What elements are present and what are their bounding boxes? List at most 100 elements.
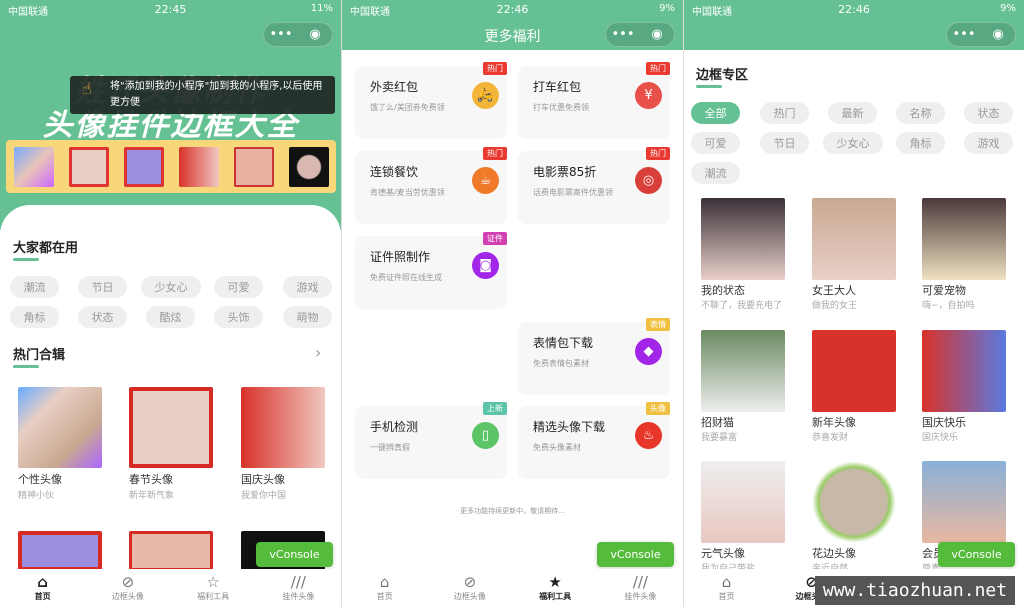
welfare-card[interactable]: 证件照制作 免费证件照在线生成 ◙ 证件 — [355, 232, 507, 309]
tab-home[interactable]: ⌂ 首页 — [0, 569, 85, 607]
tag[interactable]: 角标 — [10, 306, 59, 328]
home-icon: ⌂ — [37, 573, 48, 591]
more-icon[interactable]: ••• — [606, 27, 640, 42]
status-bar: 中国联通 22:46 9% — [342, 0, 683, 18]
home-icon: ⌂ — [379, 573, 390, 591]
vconsole-button[interactable]: vConsole — [597, 542, 674, 567]
film-reel-icon: ◎ — [635, 167, 662, 194]
star-icon: ★ — [548, 573, 562, 591]
welfare-card[interactable]: 表情包下载 免费表情包素材 ◆ 表情 — [518, 318, 670, 395]
tag[interactable]: 可爱 — [214, 276, 263, 298]
tag[interactable]: 酷炫 — [146, 306, 195, 328]
tab-pendants[interactable]: ///挂件头像 — [256, 569, 341, 607]
mini-program-capsule: ••• ◉ — [263, 22, 333, 47]
frame-image[interactable] — [701, 461, 785, 543]
banner-thumbnails — [6, 140, 336, 193]
filter-tag[interactable]: 最新 — [828, 102, 877, 124]
frame-image[interactable] — [812, 461, 896, 543]
flame-icon: ♨ — [635, 422, 662, 449]
card-title: 连锁餐饮 — [370, 165, 419, 179]
card-desc: 饿了么/美团券免费领 — [370, 103, 445, 112]
vconsole-button[interactable]: vConsole — [256, 542, 333, 567]
item-image[interactable] — [18, 387, 102, 468]
more-icon[interactable]: ••• — [947, 27, 981, 42]
time: 22:45 — [154, 3, 187, 16]
item-title: 个性头像 — [18, 473, 62, 486]
frame-title: 国庆快乐 — [922, 416, 966, 429]
frame-image[interactable] — [922, 198, 1006, 280]
compass-icon: ⊘ — [463, 573, 477, 591]
welfare-card[interactable]: 精选头像下载 免费头像素材 ♨ 头像 — [518, 402, 670, 479]
filter-tag[interactable]: 游戏 — [964, 132, 1013, 154]
more-icon[interactable]: ••• — [264, 27, 298, 42]
frame-image[interactable] — [812, 198, 896, 280]
card-badge: 表情 — [646, 318, 670, 331]
welfare-card[interactable]: 电影票85折 话费电影票寄件优惠领 ◎ 热门 — [518, 147, 670, 224]
welfare-card[interactable]: 手机检测 一键辨真假 ▯ 上新 — [355, 402, 507, 479]
filter-tag[interactable]: 名称 — [896, 102, 945, 124]
tab-pendants[interactable]: ///挂件头像 — [598, 569, 683, 607]
close-icon[interactable]: ◉ — [640, 27, 674, 42]
filter-tag[interactable]: 全部 — [691, 102, 740, 124]
frame-title: 新年头像 — [812, 416, 856, 429]
welfare-card[interactable]: 外卖红包 饿了么/美团券免费领 🛵 热门 — [355, 62, 507, 139]
section-underline — [13, 365, 39, 368]
tag[interactable]: 状态 — [78, 306, 127, 328]
tab-home[interactable]: ⌂ 首页 — [684, 569, 769, 607]
tab-frames[interactable]: ⊘ 边框头像 — [85, 569, 170, 607]
tag[interactable]: 潮流 — [10, 276, 59, 298]
tab-frames[interactable]: ⊘ 边框头像 — [427, 569, 512, 607]
frame-image[interactable] — [701, 330, 785, 412]
tab-welfare[interactable]: ☆福利工具 — [171, 569, 256, 607]
tag[interactable]: 少女心 — [141, 276, 201, 298]
card-title: 电影票85折 — [533, 165, 597, 179]
frame-title: 可爱宠物 — [922, 284, 966, 297]
item-subtitle: 新年新气象 — [129, 491, 175, 501]
filter-tag[interactable]: 节日 — [760, 132, 809, 154]
welfare-screen: 中国联通 22:46 9% 更多福利 ••• ◉ 外卖红包 饿了么/美团券免费领… — [342, 0, 683, 607]
card-badge: 证件 — [483, 232, 507, 245]
item-title: 国庆头像 — [241, 473, 285, 486]
close-icon[interactable]: ◉ — [298, 27, 332, 42]
status-bar: 中国联通 22:45 11% — [0, 0, 341, 18]
frame-image[interactable] — [701, 198, 785, 280]
chevron-right-icon[interactable]: › — [315, 343, 321, 362]
section-title: 边框专区 — [696, 68, 749, 83]
home-icon: ⌂ — [721, 573, 732, 591]
card-desc: 免费头像素材 — [533, 443, 581, 452]
battery: 9% — [659, 3, 675, 14]
filter-tag[interactable]: 潮流 — [691, 162, 740, 184]
card-desc: 肯德基/麦当劳优惠领 — [370, 188, 445, 197]
frame-image[interactable] — [922, 461, 1006, 543]
filter-tag[interactable]: 少女心 — [823, 132, 883, 154]
filter-tag[interactable]: 热门 — [760, 102, 809, 124]
item-image[interactable] — [18, 531, 102, 571]
item-image[interactable] — [241, 387, 325, 468]
close-icon[interactable]: ◉ — [981, 27, 1015, 42]
frame-image[interactable] — [812, 330, 896, 412]
item-image[interactable] — [129, 531, 213, 571]
tab-welfare[interactable]: ★ 福利工具 — [513, 569, 598, 607]
add-to-my-programs-tip[interactable]: ☝ 将"添加到我的小程序"加到我的小程序,以后使用更方便 — [70, 76, 335, 114]
welfare-card[interactable]: 连锁餐饮 肯德基/麦当劳优惠领 ☕ 热门 — [355, 147, 507, 224]
frame-image[interactable] — [922, 330, 1006, 412]
tag[interactable]: 节日 — [78, 276, 127, 298]
tag[interactable]: 游戏 — [283, 276, 332, 298]
tab-home[interactable]: ⌂ 首页 — [342, 569, 427, 607]
tag[interactable]: 萌物 — [283, 306, 332, 328]
yuan-ticket-icon: ¥ — [635, 82, 662, 109]
card-badge: 热门 — [646, 147, 670, 160]
frame-subtitle: 恭喜发财 — [812, 433, 849, 443]
thumb — [123, 146, 164, 187]
filter-tag[interactable]: 可爱 — [691, 132, 740, 154]
frame-subtitle: 国庆快乐 — [922, 433, 959, 443]
frame-title: 女王大人 — [812, 284, 856, 297]
home-screen: 中国联通 22:45 11% ••• ◉ 姓氏头像制作 头像挂件边框大全 ☝将"… — [0, 0, 341, 607]
frame-subtitle: 不聊了，我要充电了 — [701, 301, 783, 311]
filter-tag[interactable]: 角标 — [896, 132, 945, 154]
vconsole-button[interactable]: vConsole — [938, 542, 1015, 567]
welfare-card[interactable]: 打车红包 打车优惠免费领 ¥ 热门 — [518, 62, 670, 139]
filter-tag[interactable]: 状态 — [964, 102, 1013, 124]
tag[interactable]: 头饰 — [214, 306, 263, 328]
item-image[interactable] — [129, 387, 213, 468]
